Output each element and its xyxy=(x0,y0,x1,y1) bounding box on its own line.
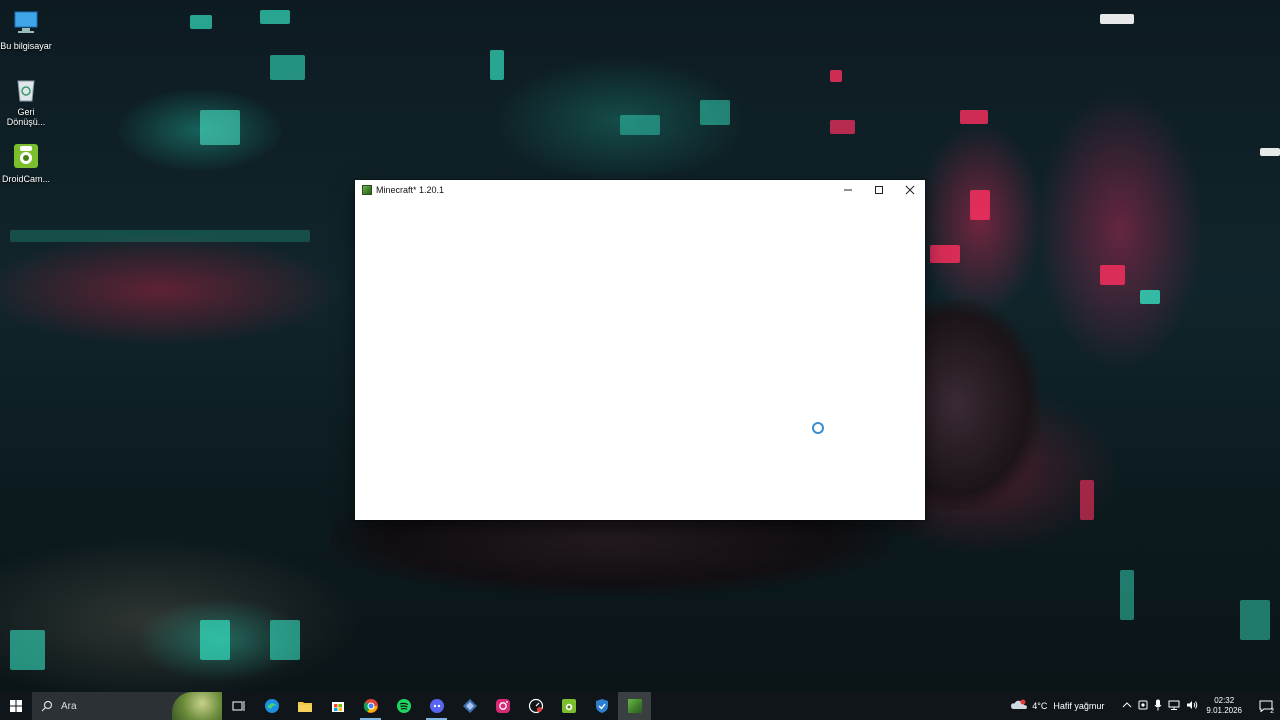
taskbar-instagram[interactable] xyxy=(486,692,519,720)
spotify-icon xyxy=(396,699,411,713)
search-placeholder: Ara xyxy=(61,700,77,712)
desktop-icon-droidcam[interactable]: DroidCam... xyxy=(0,141,52,184)
gauge-icon xyxy=(528,698,543,714)
start-button[interactable] xyxy=(0,692,32,720)
clock-date: 9.01.2026 xyxy=(1206,706,1242,715)
taskbar-speedometer[interactable] xyxy=(519,692,552,720)
desktop-icon-label: Bu bilgisayar xyxy=(0,41,52,51)
instagram-icon xyxy=(495,699,510,713)
taskbar-store[interactable] xyxy=(321,692,354,720)
droidcam-icon xyxy=(11,141,41,171)
taskbar-droidcam[interactable] xyxy=(552,692,585,720)
taskbar-spotify[interactable] xyxy=(387,692,420,720)
edge-icon xyxy=(264,699,279,713)
taskbar-chrome[interactable] xyxy=(354,692,387,720)
rain-cloud-icon xyxy=(1011,699,1028,709)
clock-time: 02:32 xyxy=(1214,696,1235,705)
system-tray: 4°C Hafif yağmur 02:32 9.01.2026 2 xyxy=(1010,692,1280,720)
maximize-icon xyxy=(875,186,883,194)
droidcam-icon xyxy=(561,699,576,713)
desktop-icon-this-pc[interactable]: Bu bilgisayar xyxy=(0,8,52,51)
desktop-icon-label: DroidCam... xyxy=(1,174,50,184)
desktop-icon-recycle-bin[interactable]: Geri Dönüşü... xyxy=(0,74,52,127)
clock[interactable]: 02:32 9.01.2026 xyxy=(1206,696,1242,716)
close-icon xyxy=(905,185,915,195)
taskbar-file-explorer[interactable] xyxy=(288,692,321,720)
search-highlight-image xyxy=(172,692,222,720)
minimize-icon xyxy=(844,189,852,191)
store-icon xyxy=(331,702,344,712)
minecraft-icon xyxy=(362,185,372,195)
taskbar-app-diamond[interactable] xyxy=(453,692,486,720)
weather-condition: Hafif yağmur xyxy=(1053,701,1105,711)
task-view-icon xyxy=(232,701,244,711)
minecraft-icon xyxy=(627,699,642,713)
weather-widget[interactable]: 4°C Hafif yağmur xyxy=(1010,699,1104,713)
close-button[interactable] xyxy=(895,180,925,200)
minecraft-window[interactable]: Minecraft* 1.20.1 xyxy=(355,180,925,520)
diamond-icon xyxy=(462,699,477,713)
notification-badge: 2 xyxy=(1270,708,1274,715)
window-titlebar[interactable]: Minecraft* 1.20.1 xyxy=(355,180,925,200)
computer-icon xyxy=(11,8,41,38)
taskbar-discord[interactable] xyxy=(420,692,453,720)
window-title: Minecraft* 1.20.1 xyxy=(376,185,445,195)
search-icon xyxy=(41,700,53,712)
windows-icon xyxy=(10,700,22,712)
taskbar-minecraft[interactable] xyxy=(618,692,651,720)
window-content xyxy=(355,200,925,520)
network-icon[interactable] xyxy=(1168,700,1180,712)
search-box[interactable]: Ara xyxy=(32,692,222,720)
tray-app-icon[interactable] xyxy=(1138,700,1148,712)
notification-center-button[interactable]: 2 xyxy=(1252,692,1280,720)
minimize-button[interactable] xyxy=(833,180,863,200)
taskbar-task-view[interactable] xyxy=(222,692,255,720)
discord-icon xyxy=(429,699,444,713)
taskbar-edge[interactable] xyxy=(255,692,288,720)
weather-temp: 4°C xyxy=(1032,701,1048,711)
taskbar-vpn[interactable] xyxy=(585,692,618,720)
chrome-icon xyxy=(363,699,378,713)
spinner-icon xyxy=(812,422,824,434)
folder-icon xyxy=(297,702,312,712)
taskbar: Ara 4°C Hafif yağmur 02:32 9.01.2026 2 xyxy=(0,692,1280,720)
chevron-up-icon[interactable] xyxy=(1122,700,1132,712)
recycle-bin-icon xyxy=(11,74,41,104)
maximize-button[interactable] xyxy=(864,180,894,200)
desktop-icon-label: Geri Dönüşü... xyxy=(6,107,46,127)
shield-icon xyxy=(595,699,608,713)
microphone-icon[interactable] xyxy=(1154,699,1162,713)
volume-icon[interactable] xyxy=(1186,700,1198,712)
